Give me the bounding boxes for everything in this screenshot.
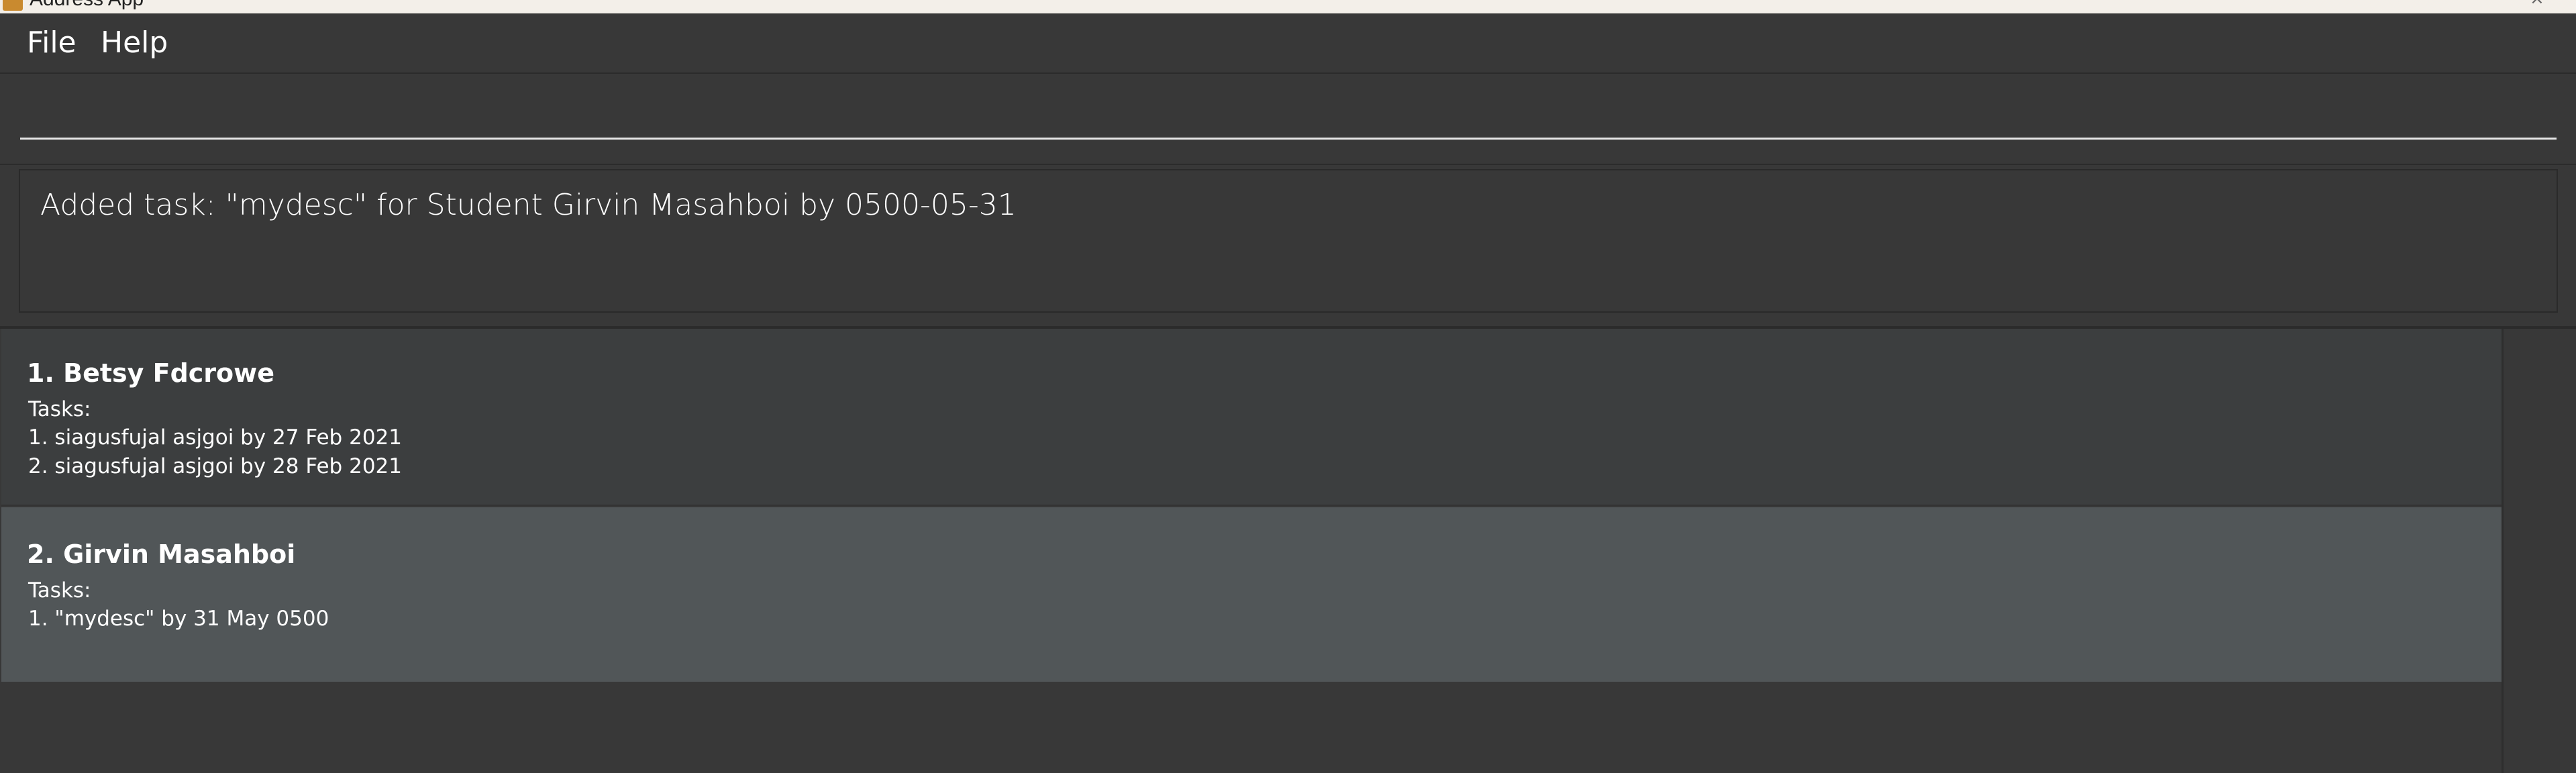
address-app-window: Address App – × File Help Added task: "m… [0,0,2576,773]
list-scrollbar[interactable] [2502,329,2576,773]
title-bar: Address App – × [0,0,2576,13]
tasks-label: Tasks: [28,397,91,421]
tasks-label: Tasks: [28,578,91,603]
window-title: Address App [30,0,144,11]
task-item: 2. siagusfujal asjgoi by 28 Feb 2021 [28,454,402,478]
result-message: Added task: "mydesc" for Student Girvin … [40,188,1017,222]
menu-bar: File Help [0,13,2576,74]
app-icon [3,0,23,11]
person-card[interactable]: 1. Betsy Fdcrowe Tasks: 1. siagusfujal a… [1,329,2502,506]
task-item: 1. siagusfujal asjgoi by 27 Feb 2021 [28,425,402,450]
menu-help[interactable]: Help [101,25,168,60]
result-display[interactable]: Added task: "mydesc" for Student Girvin … [19,169,2558,313]
person-card-selected[interactable]: 2. Girvin Masahboi Tasks: 1. "mydesc" by… [1,507,2502,682]
person-name: 1. Betsy Fdcrowe [27,358,275,388]
close-icon[interactable]: × [2530,0,2546,7]
menu-file[interactable]: File [27,25,76,60]
command-input[interactable] [20,87,2557,140]
person-list-viewport: 1. Betsy Fdcrowe Tasks: 1. siagusfujal a… [0,329,2502,773]
task-item: 1. "mydesc" by 31 May 0500 [28,607,329,631]
result-display-panel: Added task: "mydesc" for Student Girvin … [0,165,2576,329]
command-box [0,74,2576,165]
minimize-icon[interactable]: – [2449,0,2465,7]
person-list: 1. Betsy Fdcrowe Tasks: 1. siagusfujal a… [0,329,2576,773]
person-name: 2. Girvin Masahboi [27,539,296,569]
